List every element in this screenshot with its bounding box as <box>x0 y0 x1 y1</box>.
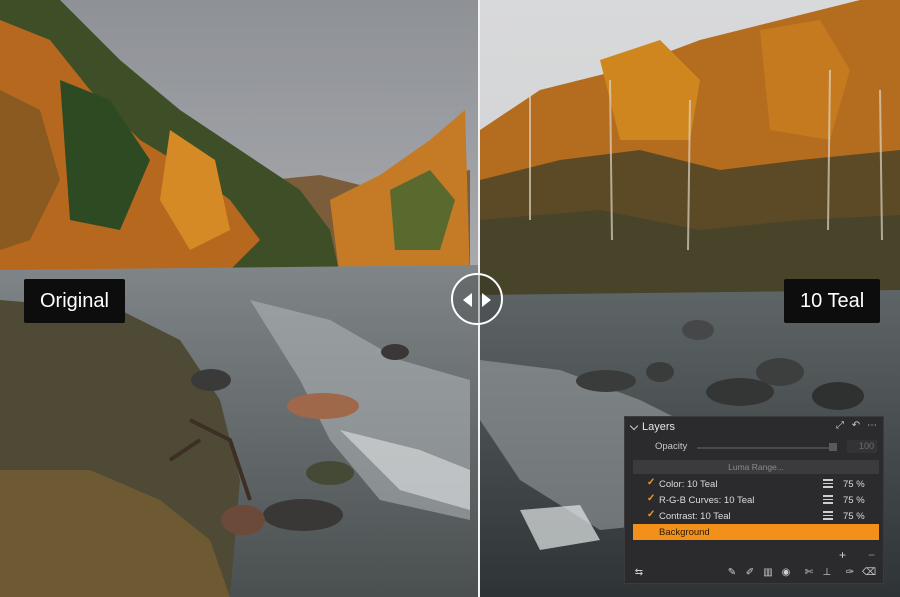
arrow-left-icon <box>463 293 472 307</box>
expand-icon[interactable]: ⤢ <box>835 420 845 431</box>
edited-label: 10 Teal <box>784 279 881 323</box>
linear-gradient-icon[interactable]: ▥ <box>762 567 774 579</box>
opacity-control: Opacity 100 <box>625 439 883 455</box>
layer-name: R-G-B Curves: 10 Teal <box>659 495 755 506</box>
layer-name: Color: 10 Teal <box>659 479 718 490</box>
layer-row-background[interactable]: Background <box>633 524 879 540</box>
layers-panel-header: Layers ⤢ ↶ ⋯ <box>625 417 883 437</box>
adjustments-icon[interactable] <box>823 479 833 488</box>
layer-opacity: 75 % <box>843 511 865 522</box>
layer-row[interactable]: ✓ Color: 10 Teal 75 % <box>633 476 879 492</box>
adjustments-icon[interactable] <box>823 511 833 520</box>
opacity-value-field[interactable]: 100 <box>847 440 877 453</box>
layer-name: Contrast: 10 Teal <box>659 511 731 522</box>
collapse-chevron-icon[interactable] <box>629 421 639 431</box>
layers-panel: Layers ⤢ ↶ ⋯ Opacity 100 Luma Range... ✓… <box>624 416 884 584</box>
opacity-label: Opacity <box>655 441 688 452</box>
original-label: Original <box>24 279 125 323</box>
pen-icon[interactable]: ✑ <box>844 567 856 579</box>
adjustments-icon[interactable] <box>823 495 833 504</box>
add-layer-button[interactable]: + <box>839 548 846 562</box>
compare-slider-handle[interactable] <box>451 273 503 325</box>
layer-enabled-checkbox[interactable]: ✓ <box>647 509 655 520</box>
layer-row[interactable]: ✓ Contrast: 10 Teal 75 % <box>633 508 879 524</box>
before-after-viewer: Original 10 Teal Layers ⤢ ↶ ⋯ Opacity 10… <box>0 0 900 597</box>
remove-layer-button[interactable]: − <box>868 548 875 562</box>
luma-range-button[interactable]: Luma Range... <box>633 460 879 474</box>
layer-name: Background <box>659 527 710 538</box>
layer-tools-bar: ⇆ ✎ ✐ ▥ ◉ ✄ ⊥ ✑ ⌫ <box>625 565 883 583</box>
opacity-slider-thumb[interactable] <box>829 443 837 451</box>
layer-opacity: 75 % <box>843 479 865 490</box>
reset-icon[interactable]: ↶ <box>851 420 861 431</box>
layers-panel-title: Layers <box>642 421 676 433</box>
swap-icon[interactable]: ⇆ <box>633 567 645 579</box>
layer-opacity: 75 % <box>843 495 865 506</box>
eraser-icon[interactable]: ✄ <box>803 567 815 579</box>
brush-icon[interactable]: ✎ <box>726 567 738 579</box>
gradient-brush-icon[interactable]: ✐ <box>744 567 756 579</box>
radial-gradient-icon[interactable]: ◉ <box>780 567 792 579</box>
opacity-slider[interactable] <box>697 447 837 449</box>
more-options-icon[interactable]: ⋯ <box>867 420 877 431</box>
stamp-icon[interactable]: ⊥ <box>821 567 833 579</box>
clear-icon[interactable]: ⌫ <box>862 567 876 579</box>
layer-row[interactable]: ✓ R-G-B Curves: 10 Teal 75 % <box>633 492 879 508</box>
arrow-right-icon <box>482 293 491 307</box>
layer-enabled-checkbox[interactable]: ✓ <box>647 493 655 504</box>
layer-enabled-checkbox[interactable]: ✓ <box>647 477 655 488</box>
